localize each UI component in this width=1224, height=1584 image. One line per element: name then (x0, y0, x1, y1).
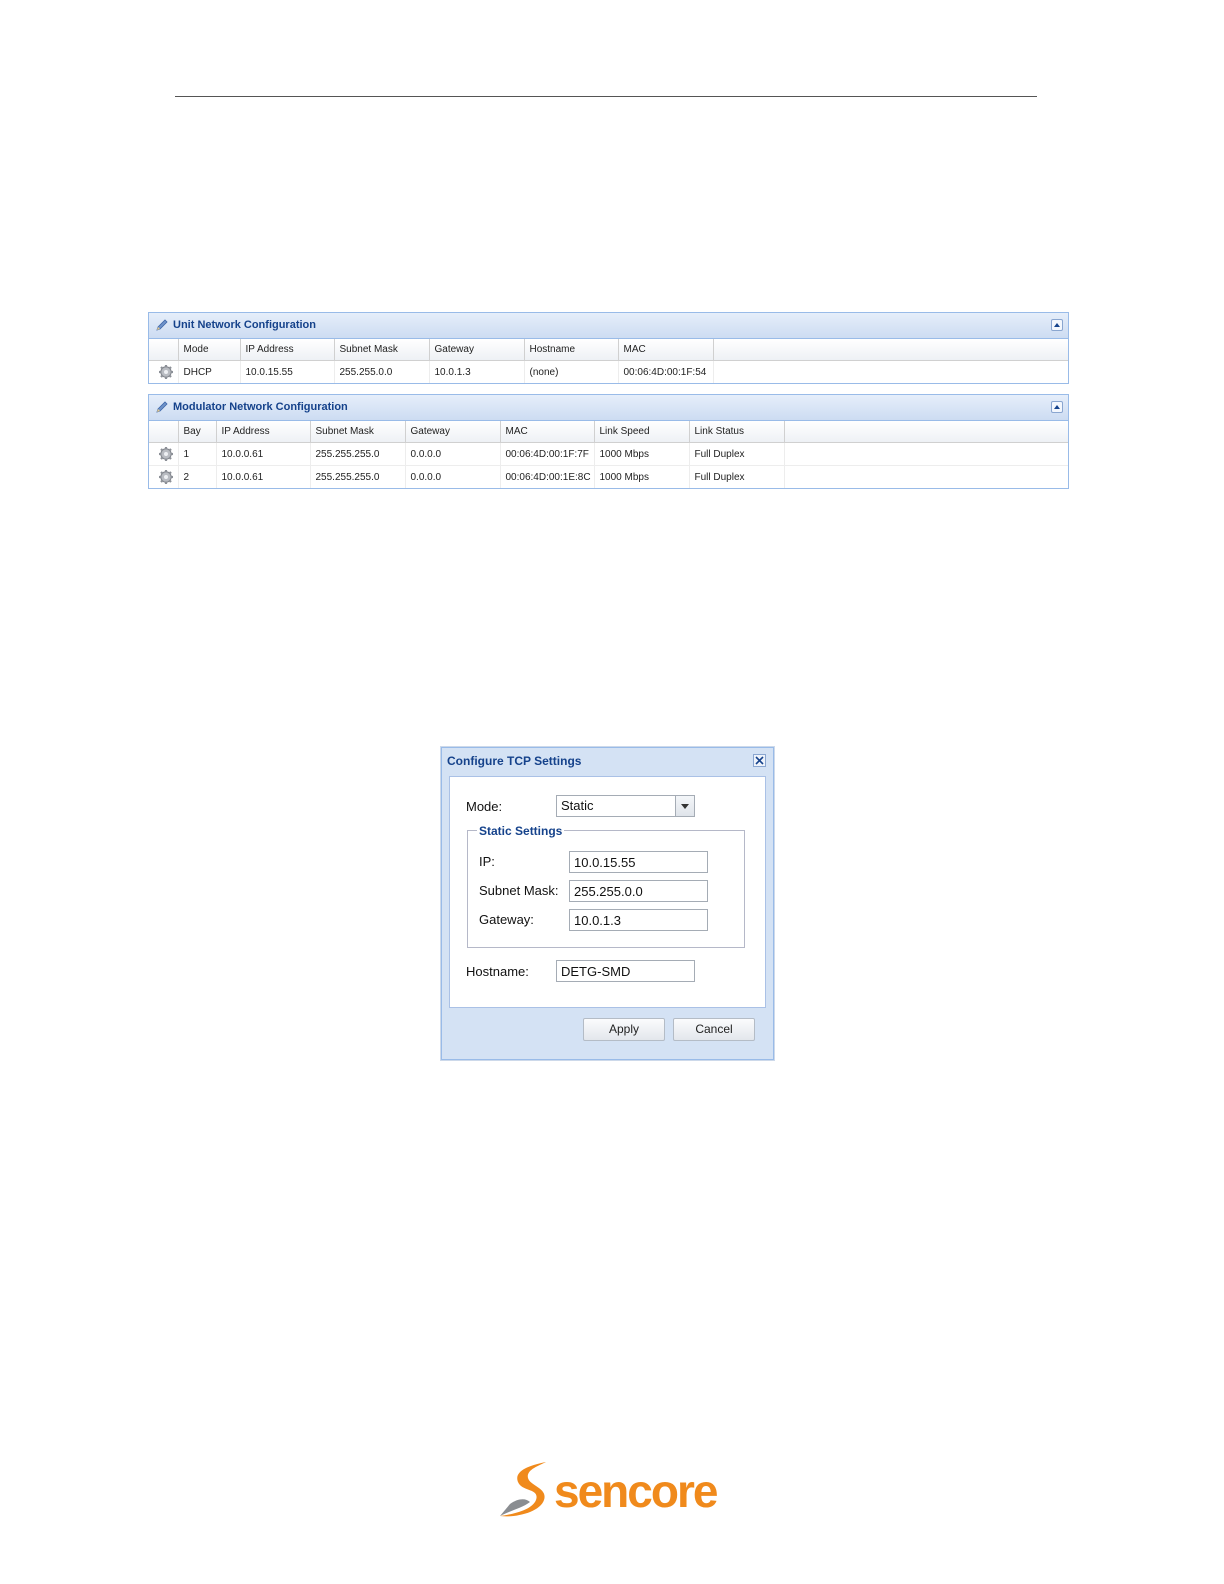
column-header[interactable]: IP Address (216, 421, 311, 443)
sencore-logo: sencore (496, 1458, 718, 1520)
logo-text: sencore (554, 1465, 718, 1517)
subnet-mask-label: Subnet Mask: (479, 883, 559, 898)
link-speed-cell: 1000 Mbps (594, 465, 690, 488)
subnet-cell: 255.255.255.0 (310, 465, 406, 488)
gateway-cell: 0.0.0.0 (405, 465, 501, 488)
mac-cell: 00:06:4D:00:1E:8C (500, 465, 595, 488)
mac-cell: 00:06:4D:00:1F:7F (500, 442, 595, 466)
link-speed-cell: 1000 Mbps (594, 442, 690, 466)
settings-cell[interactable] (149, 360, 179, 383)
column-header[interactable]: Link Status (689, 421, 785, 443)
table-row[interactable]: 1 10.0.0.61 255.255.255.0 0.0.0.0 00:06:… (149, 442, 1068, 466)
mac-cell: 00:06:4D:00:1F:54 (618, 360, 714, 383)
dialog-header[interactable]: Configure TCP Settings (442, 748, 773, 774)
gateway-field[interactable] (569, 909, 708, 931)
collapse-button[interactable] (1051, 319, 1063, 331)
ip-field[interactable] (569, 851, 708, 873)
close-button[interactable] (753, 754, 766, 767)
ip-label: IP: (479, 854, 495, 869)
gateway-cell: 0.0.0.0 (405, 442, 501, 466)
unit-network-panel: Unit Network Configuration Mode IP Addre… (148, 312, 1069, 384)
dialog-body: Mode: Static Static Settings IP: Subnet … (449, 776, 766, 1008)
static-settings-legend: Static Settings (477, 824, 565, 838)
panel-title: Modulator Network Configuration (173, 401, 348, 413)
gear-icon[interactable] (158, 364, 174, 380)
column-header-filler (713, 339, 1068, 361)
gear-icon[interactable] (158, 469, 174, 485)
column-header[interactable]: IP Address (240, 339, 335, 361)
column-header[interactable]: MAC (500, 421, 595, 443)
gateway-label: Gateway: (479, 912, 534, 927)
subnet-cell: 255.255.0.0 (334, 360, 430, 383)
panel-header: Modulator Network Configuration (149, 395, 1068, 421)
column-header-filler (784, 421, 1068, 443)
column-header[interactable]: Gateway (429, 339, 525, 361)
column-header[interactable]: Gateway (405, 421, 501, 443)
filler-cell (784, 465, 1068, 488)
ip-cell: 10.0.0.61 (216, 442, 311, 466)
sencore-swoosh-icon (500, 1462, 546, 1517)
column-header-gear (149, 421, 179, 443)
column-header[interactable]: Link Speed (594, 421, 690, 443)
hostname-label: Hostname: (466, 964, 529, 979)
pencil-icon (156, 401, 168, 413)
table-row[interactable]: DHCP 10.0.15.55 255.255.0.0 10.0.1.3 (no… (149, 360, 1068, 384)
panel-title: Unit Network Configuration (173, 319, 316, 331)
column-header[interactable]: Subnet Mask (334, 339, 430, 361)
static-settings-fieldset: Static Settings IP: Subnet Mask: Gateway… (467, 824, 745, 948)
column-header[interactable]: MAC (618, 339, 714, 361)
table-row[interactable]: 2 10.0.0.61 255.255.255.0 0.0.0.0 00:06:… (149, 465, 1068, 488)
column-header[interactable]: Subnet Mask (310, 421, 406, 443)
filler-cell (784, 443, 1068, 466)
gear-icon[interactable] (158, 446, 174, 462)
column-header[interactable]: Hostname (524, 339, 619, 361)
unit-network-grid: Mode IP Address Subnet Mask Gateway Host… (149, 339, 1068, 383)
modulator-network-grid: Bay IP Address Subnet Mask Gateway MAC L… (149, 421, 1068, 488)
mode-cell: DHCP (178, 360, 241, 383)
bay-cell: 1 (178, 442, 217, 466)
link-status-cell: Full Duplex (689, 465, 785, 488)
header-rule (175, 96, 1037, 97)
column-header-gear (149, 339, 179, 361)
apply-button[interactable]: Apply (583, 1018, 665, 1041)
pencil-icon (156, 319, 168, 331)
gateway-cell: 10.0.1.3 (429, 360, 525, 383)
panel-header: Unit Network Configuration (149, 313, 1068, 339)
bay-cell: 2 (178, 465, 217, 488)
ip-cell: 10.0.15.55 (240, 360, 335, 383)
ip-cell: 10.0.0.61 (216, 465, 311, 488)
collapse-button[interactable] (1051, 401, 1063, 413)
column-header[interactable]: Bay (178, 421, 217, 443)
cancel-button[interactable]: Cancel (673, 1018, 755, 1041)
chevron-down-icon[interactable] (675, 796, 694, 816)
hostname-field[interactable] (556, 960, 695, 982)
mode-select-value: Static (561, 798, 594, 813)
subnet-mask-field[interactable] (569, 880, 708, 902)
subnet-cell: 255.255.255.0 (310, 442, 406, 466)
dialog-title: Configure TCP Settings (447, 754, 582, 768)
configure-tcp-dialog: Configure TCP Settings Mode: Static Stat… (441, 747, 774, 1060)
settings-cell[interactable] (149, 465, 179, 488)
mode-label: Mode: (466, 799, 503, 814)
link-status-cell: Full Duplex (689, 442, 785, 466)
settings-cell[interactable] (149, 442, 179, 466)
column-header[interactable]: Mode (178, 339, 241, 361)
dialog-footer: Apply Cancel (449, 1010, 766, 1050)
close-icon[interactable] (755, 756, 764, 765)
modulator-network-panel: Modulator Network Configuration Bay IP A… (148, 394, 1069, 489)
hostname-cell: (none) (524, 360, 619, 383)
filler-cell (713, 361, 1068, 384)
mode-select[interactable]: Static (556, 795, 695, 817)
